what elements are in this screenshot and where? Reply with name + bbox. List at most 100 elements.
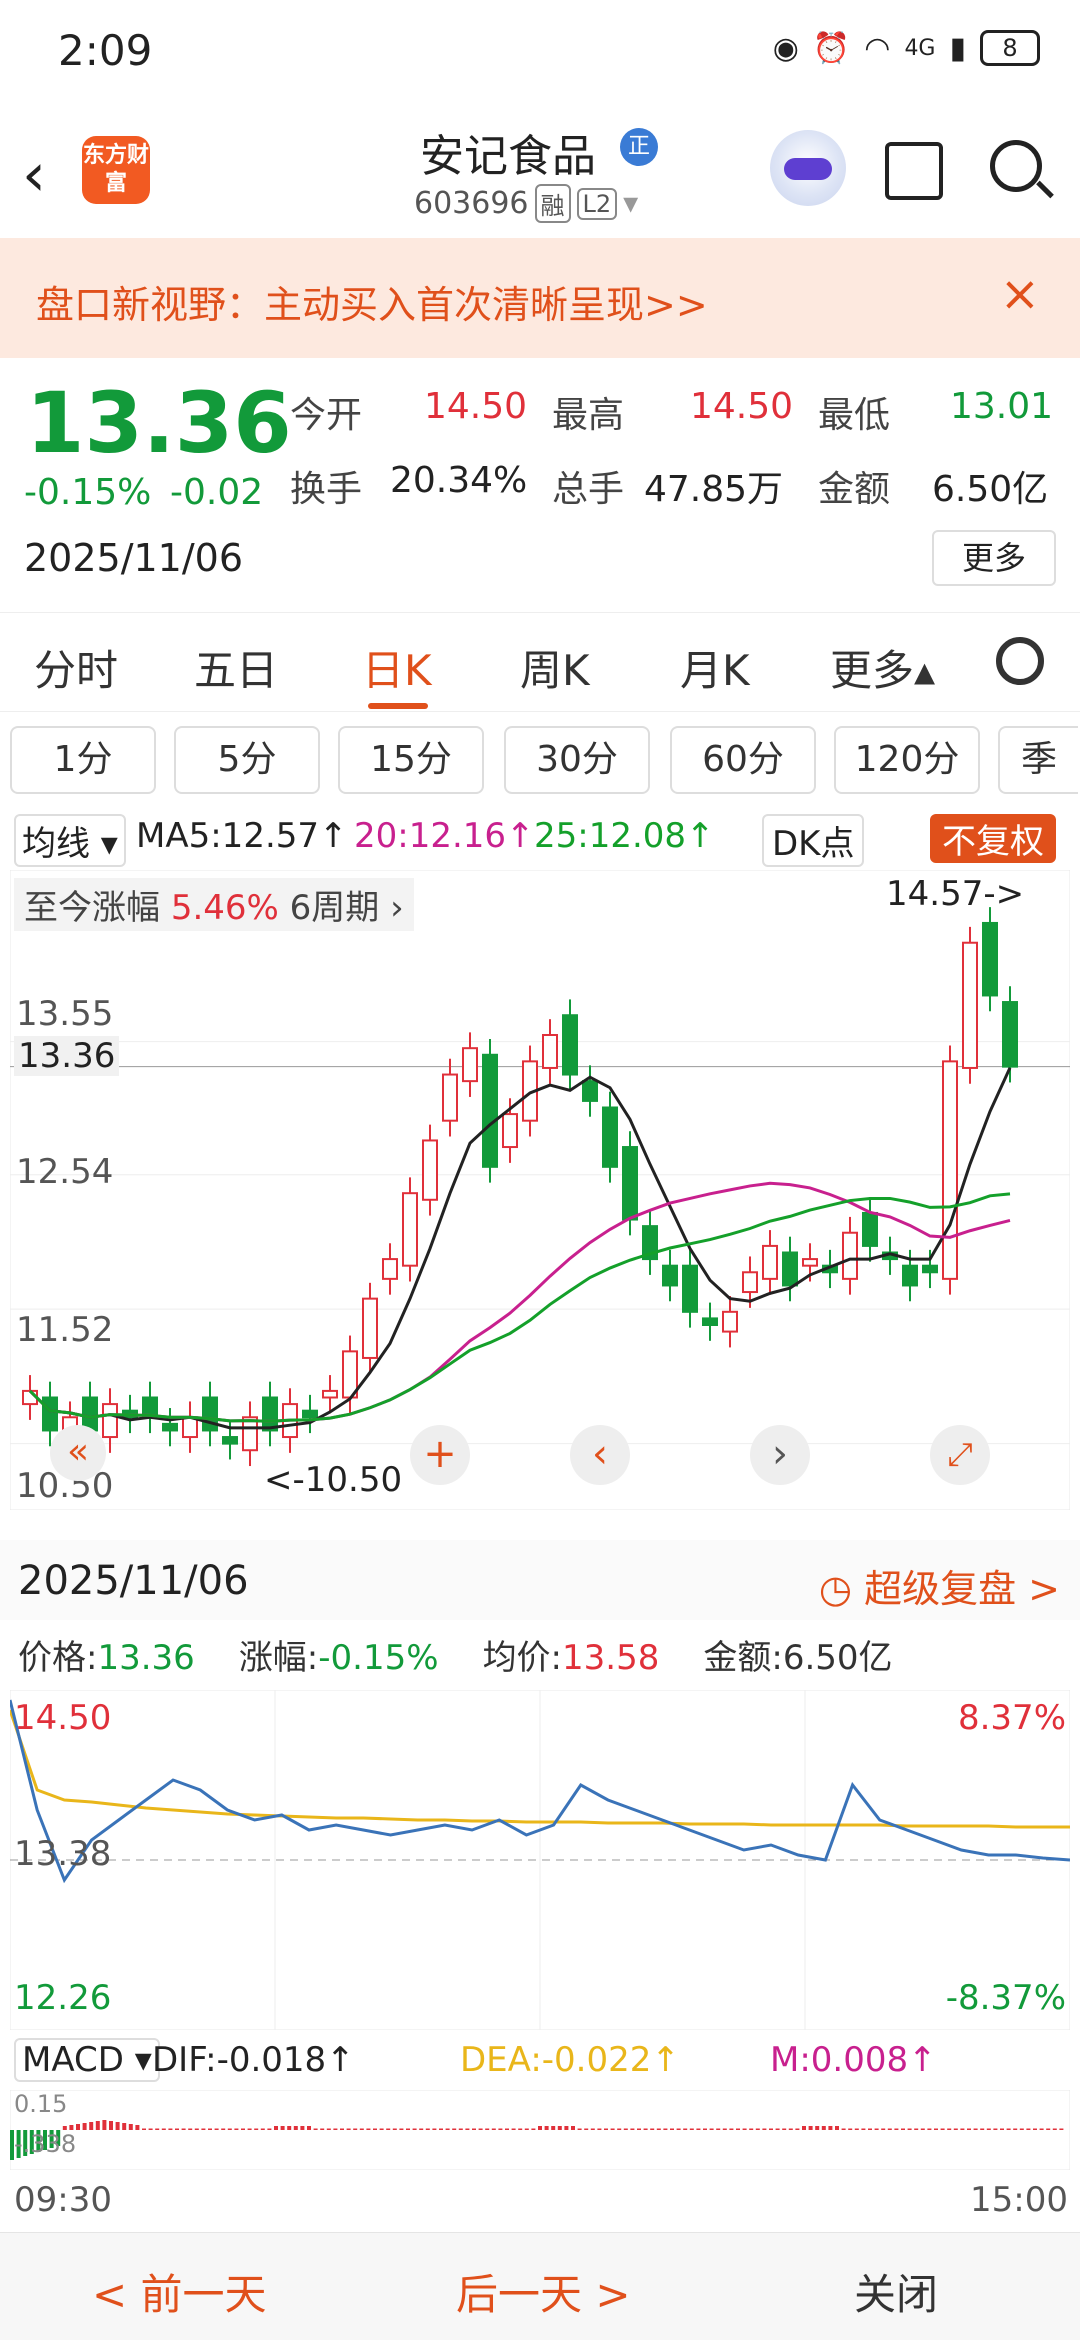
- search-icon[interactable]: [990, 140, 1042, 192]
- period-15min[interactable]: 15分: [338, 726, 484, 794]
- amount-label: 金额: [818, 469, 891, 510]
- macd-bar-item: [736, 2128, 740, 2130]
- macd-dif: DIF:-0.018↑: [152, 2040, 355, 2080]
- macd-bar-item: [175, 2128, 179, 2130]
- candle: [502, 1113, 518, 1149]
- candle: [782, 1251, 798, 1287]
- l2-tag: L2: [576, 187, 618, 220]
- k-line-svg[interactable]: [9, 869, 1071, 1511]
- low-label: 最低: [818, 395, 891, 436]
- detail-change-value: -0.15%: [318, 1638, 439, 1678]
- period-30min[interactable]: 30分: [504, 726, 650, 794]
- macd-bar-item: [115, 2122, 120, 2130]
- tab-more[interactable]: 更多▴: [830, 637, 935, 698]
- macd-bar-item: [742, 2128, 747, 2130]
- promo-banner[interactable]: 盘口新视野：主动买入首次清晰呈现>> ×: [0, 238, 1080, 358]
- intraday-svg[interactable]: [8, 1689, 1071, 2031]
- period-quarter[interactable]: 季: [998, 726, 1078, 794]
- period-120min[interactable]: 120分: [834, 726, 980, 794]
- rise-box[interactable]: 至今涨幅 5.46% 6周期 ›: [14, 878, 414, 931]
- macd-bar-item: [551, 2126, 556, 2130]
- candle: [1002, 1001, 1018, 1068]
- macd-bar-item: [670, 2128, 674, 2130]
- tab-five-day[interactable]: 五日: [194, 637, 278, 698]
- close-button[interactable]: 关闭: [854, 2261, 938, 2322]
- macd-bar-item: [769, 2128, 773, 2130]
- tab-monthly-k[interactable]: 月K: [680, 637, 750, 698]
- high-label: 最高: [552, 395, 625, 436]
- candle: [482, 1053, 498, 1168]
- top-nav: ‹ 东方财富 安记食品 正 603696 融 L2 ▾: [0, 100, 1080, 235]
- tab-daily-k[interactable]: 日K: [362, 637, 432, 698]
- intraday-chart[interactable]: 14.50 13.38 12.26 8.37% -8.37%: [8, 1689, 1071, 2031]
- candle: [582, 1080, 598, 1102]
- candle: [802, 1258, 818, 1267]
- banner-text[interactable]: 盘口新视野：主动买入首次清晰呈现>>: [36, 274, 708, 329]
- macd-bar-item: [498, 2128, 503, 2130]
- macd-bar-item: [782, 2128, 787, 2130]
- eye-icon: ◉: [772, 30, 799, 66]
- detail-avg: 均价:13.58: [483, 1630, 660, 1679]
- replay-button[interactable]: ◷ 超级复盘 >: [819, 1558, 1060, 1613]
- candle: [962, 941, 978, 1069]
- next-day-button[interactable]: 后一天 >: [456, 2261, 631, 2322]
- change-percent: -0.15%: [24, 472, 152, 513]
- quote-date: 2025/11/06: [24, 536, 244, 580]
- macd-bar-item: [544, 2126, 549, 2130]
- macd-bar-item: [201, 2128, 206, 2130]
- macd-bar-item: [1026, 2128, 1031, 2130]
- rise-label: 至今涨幅: [24, 888, 160, 928]
- macd-bar-item: [795, 2128, 800, 2130]
- macd-bar-item: [663, 2128, 668, 2130]
- macd-bar-item: [254, 2128, 259, 2130]
- macd-bar-item: [597, 2128, 602, 2130]
- ai-robot-icon[interactable]: [770, 130, 846, 206]
- k-line-chart[interactable]: 至今涨幅 5.46% 6周期 › 13.55 13.36 12.54 11.52…: [9, 869, 1071, 1511]
- chevron-right-icon[interactable]: ›: [750, 1425, 810, 1485]
- period-5min[interactable]: 5分: [174, 726, 320, 794]
- macd-selector[interactable]: MACD ▾: [14, 2038, 160, 2082]
- prev-day-button[interactable]: < 前一天: [92, 2261, 267, 2322]
- candle: [362, 1297, 378, 1359]
- detail-date: 2025/11/06: [18, 1558, 249, 1604]
- macd-bar-item: [703, 2128, 707, 2130]
- macd-bar-item: [815, 2126, 820, 2130]
- macd-bar-item: [188, 2128, 193, 2130]
- gear-icon[interactable]: [996, 637, 1044, 685]
- tab-intraday[interactable]: 分时: [34, 637, 118, 698]
- period-60min[interactable]: 60分: [670, 726, 816, 794]
- macd-bar-item: [221, 2128, 226, 2130]
- stock-code-row[interactable]: 603696 融 L2 ▾: [414, 184, 638, 223]
- close-icon[interactable]: ×: [1000, 266, 1040, 322]
- zoom-in-icon[interactable]: +: [410, 1425, 470, 1485]
- macd-chart[interactable]: 0.15 -.338: [9, 2089, 1071, 2171]
- more-button[interactable]: 更多: [932, 530, 1056, 586]
- period-1min[interactable]: 1分: [10, 726, 156, 794]
- candle: [862, 1211, 878, 1247]
- chevron-left-icon[interactable]: ‹: [570, 1425, 630, 1485]
- expand-icon[interactable]: ⤢: [930, 1425, 990, 1485]
- detail-amount: 金额:6.50亿: [703, 1630, 892, 1679]
- high-value: 14.50: [690, 386, 794, 427]
- tab-weekly-k[interactable]: 周K: [520, 637, 590, 698]
- back-icon[interactable]: ‹: [22, 140, 46, 210]
- macd-bar-item: [208, 2128, 212, 2130]
- ma-selector[interactable]: 均线 ▾: [14, 814, 126, 867]
- fq-button[interactable]: 不复权: [930, 814, 1056, 863]
- turnover-value: 20.34%: [390, 460, 528, 501]
- candle: [562, 1014, 578, 1076]
- dk-button[interactable]: DK点: [762, 814, 865, 867]
- macd-bar-item: [392, 2128, 397, 2130]
- macd-bar-item: [689, 2128, 694, 2130]
- macd-bar-item: [538, 2126, 542, 2130]
- macd-bar-item: [1006, 2128, 1011, 2130]
- volume-value: 47.85万: [644, 469, 784, 510]
- macd-svg[interactable]: [9, 2089, 1071, 2171]
- scroll-left-icon[interactable]: «: [50, 1425, 106, 1481]
- detail-price-label: 价格:: [18, 1638, 98, 1678]
- detail-amount-label: 金额:: [703, 1638, 783, 1678]
- macd-bar-item: [604, 2128, 608, 2130]
- macd-bar-item: [300, 2126, 305, 2130]
- share-icon[interactable]: [885, 142, 943, 200]
- macd-bar-item: [868, 2128, 872, 2130]
